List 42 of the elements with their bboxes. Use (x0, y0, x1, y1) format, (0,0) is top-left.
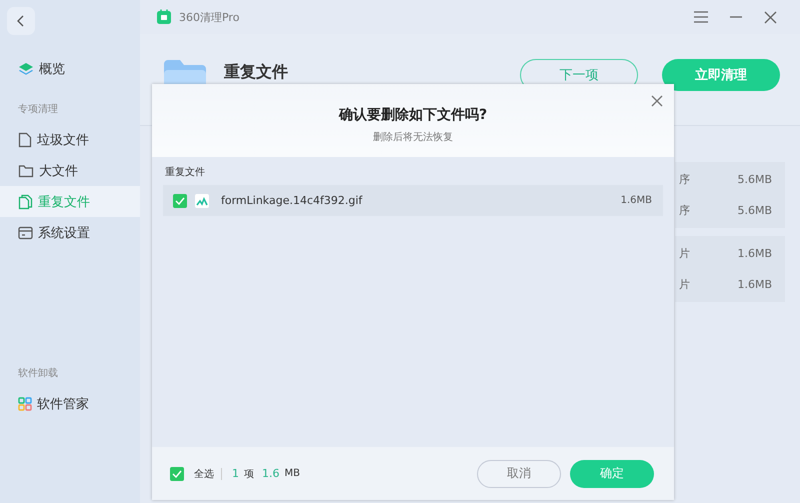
total-size: 1.6 (262, 467, 280, 480)
file-size: 5.6MB (737, 204, 772, 217)
app-title: 360清理Pro (179, 10, 240, 24)
sidebar-item[interactable]: 大文件 (0, 155, 140, 186)
file-size: 1.6MB (737, 278, 772, 291)
file-type: 片 (679, 246, 690, 261)
select-all-checkbox[interactable] (170, 466, 184, 480)
section-heading: 软件卸载 (17, 366, 59, 381)
checkbox[interactable] (173, 194, 187, 208)
select-all-label: 全选 (194, 468, 214, 480)
folder-icon (18, 164, 34, 178)
file-size: 1.6MB (620, 195, 652, 206)
close-icon (764, 10, 777, 24)
file-type: 序 (679, 203, 690, 218)
dialog-subtitle: 删除后将无法恢复 (373, 130, 453, 144)
section-heading: 专项清理 (17, 102, 59, 117)
files-icon (18, 194, 33, 210)
file-type: 片 (679, 277, 690, 292)
file-icon (18, 132, 32, 148)
app-logo-icon (156, 9, 172, 25)
file-size: 1.6MB (737, 247, 772, 260)
dialog-title: 确认要删除如下文件吗? (338, 106, 488, 124)
sidebar-item[interactable]: 系统设置 (0, 217, 140, 248)
size-unit: MB (284, 468, 300, 479)
image-file-icon (195, 194, 209, 208)
apps-icon (18, 396, 32, 410)
cancel-button[interactable]: 取消 (477, 460, 561, 488)
sidebar-item[interactable]: 软件管家 (0, 388, 140, 419)
item-count: 1 (232, 467, 239, 480)
file-row[interactable]: formLinkage.14c4f392.gif 1.6MB (163, 185, 663, 216)
sidebar-item[interactable]: 概览 (0, 53, 140, 84)
count-unit: 项 (244, 468, 254, 480)
file-type: 序 (679, 172, 690, 187)
page-title: 重复文件 (224, 62, 288, 83)
sidebar-item[interactable]: 垃圾文件 (0, 124, 140, 155)
file-name: formLinkage.14c4f392.gif (221, 194, 362, 207)
menu-icon (694, 11, 708, 23)
window-icon (18, 226, 33, 240)
file-size: 5.6MB (737, 173, 772, 186)
layers-icon (18, 60, 34, 76)
chevron-left-icon (16, 15, 26, 27)
section-label: 重复文件 (165, 166, 206, 179)
